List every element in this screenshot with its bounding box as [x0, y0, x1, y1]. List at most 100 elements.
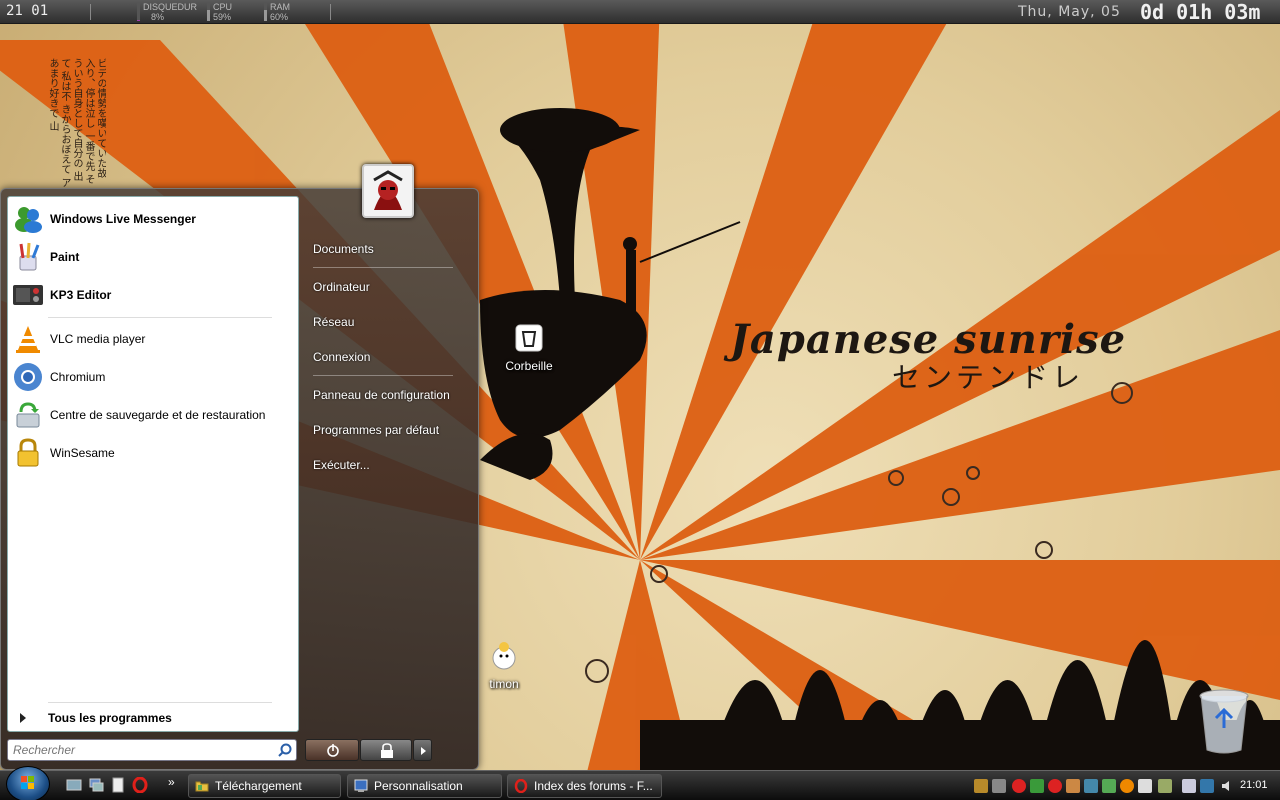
program-label: VLC media player: [50, 332, 146, 346]
start-right-reseau[interactable]: Réseau: [313, 315, 354, 329]
start-search-input[interactable]: [13, 740, 263, 760]
program-label: Centre de sauvegarde et de restauration: [50, 408, 266, 422]
lock-icon: [12, 437, 44, 469]
user-avatar[interactable]: [362, 164, 414, 218]
taskbar-button-telechargement[interactable]: Téléchargement: [188, 774, 341, 798]
program-vlc-media-player[interactable]: VLC media player: [12, 321, 294, 357]
start-right-documents[interactable]: Documents: [313, 242, 374, 256]
document-icon[interactable]: [110, 777, 126, 793]
lock-button[interactable]: [360, 739, 412, 761]
quicklaunch-more-button[interactable]: »: [168, 775, 175, 789]
start-right-connexion[interactable]: Connexion: [313, 350, 370, 364]
system-tray: [968, 774, 1280, 798]
trash-icon: [499, 324, 559, 355]
paint-icon: [12, 241, 44, 273]
start-right-programmes-par-defaut[interactable]: Programmes par défaut: [313, 423, 439, 437]
meter-ram-label: RAM: [270, 2, 290, 12]
meter-disk: DISQUEDUR 8%: [137, 2, 198, 22]
chromium-icon: [12, 361, 44, 393]
taskbar: » Téléchargement Personnalisation Index …: [0, 770, 1280, 800]
meter-disk-label: DISQUEDUR: [143, 2, 198, 12]
program-centre-de-sauvegarde[interactable]: Centre de sauvegarde et de restauration: [12, 397, 294, 433]
meter-cpu-label: CPU: [213, 2, 233, 12]
program-label: Paint: [50, 250, 80, 264]
start-button[interactable]: [6, 766, 50, 800]
tray-opera-icon[interactable]: [1012, 779, 1026, 793]
topbar-divider: [90, 4, 91, 20]
tray-app-icon[interactable]: [1138, 779, 1152, 793]
meter-disk-track: [137, 3, 140, 21]
topbar-uptime: 0d 01h 03m: [1140, 0, 1261, 24]
user-folder-icon: [474, 640, 534, 673]
start-menu: Windows Live Messenger Paint KP3 Editor …: [0, 164, 479, 770]
program-winsesame[interactable]: WinSesame: [12, 435, 294, 471]
backup-icon: [12, 399, 44, 431]
top-status-bar: 21 01 DISQUEDUR 8% CPU 59% RAM 60% Thu, …: [0, 0, 1280, 24]
desktop-icon-corbeille[interactable]: Corbeille: [499, 324, 559, 373]
meter-ram: RAM 60%: [264, 2, 290, 22]
taskbar-button-label: Personnalisation: [374, 779, 463, 793]
vlc-icon: [12, 323, 44, 355]
tray-app-icon[interactable]: [1120, 779, 1134, 793]
volume-icon[interactable]: [1220, 779, 1234, 793]
opera-icon: [514, 778, 528, 794]
shutdown-options-button[interactable]: [413, 739, 432, 761]
arrow-right-icon: [421, 747, 426, 755]
windows-logo-icon: [21, 776, 34, 789]
start-right-executer[interactable]: Exécuter...: [313, 458, 370, 472]
tray-network-icon[interactable]: [1200, 779, 1214, 793]
wallpaper-vertical-text: ビデの情勢を嘆いていた故 入り、停は泣し 一番で先 そういう自身として自分の 出…: [47, 58, 106, 188]
tray-network-icon[interactable]: [1084, 779, 1098, 793]
programs-divider: [48, 702, 272, 703]
tray-ccleaner-icon[interactable]: [1048, 779, 1062, 793]
taskbar-clock[interactable]: 21:01: [1240, 779, 1268, 791]
start-right-divider: [313, 375, 453, 376]
personalization-icon: [354, 779, 368, 793]
desktop-icon-timon[interactable]: timon: [474, 640, 534, 691]
start-search-box: [7, 739, 297, 761]
search-icon[interactable]: [278, 743, 292, 760]
program-kp3-editor[interactable]: KP3 Editor: [12, 277, 294, 313]
switch-windows-icon[interactable]: [88, 777, 104, 793]
taskbar-button-personnalisation[interactable]: Personnalisation: [347, 774, 502, 798]
start-right-ordinateur[interactable]: Ordinateur: [313, 280, 370, 294]
power-button[interactable]: [305, 739, 359, 761]
kp3-editor-icon: [12, 279, 44, 311]
program-label: Chromium: [50, 370, 106, 384]
meter-ram-value: 60%: [270, 12, 289, 22]
wallpaper-kana: センテンドレ: [892, 361, 1085, 394]
tray-app-icon[interactable]: [1066, 779, 1080, 793]
meter-cpu-fill: [207, 10, 210, 21]
folder-icon: [195, 779, 209, 793]
tray-app-icon[interactable]: [992, 779, 1006, 793]
padlock-icon: [381, 743, 393, 758]
desktop-icon-label: timon: [489, 677, 519, 691]
program-label: KP3 Editor: [50, 288, 112, 302]
opera-icon[interactable]: [132, 776, 148, 794]
tray-app-icon[interactable]: [1030, 779, 1044, 793]
program-label: Windows Live Messenger: [50, 212, 196, 226]
topbar-date: Thu, May, 05: [1018, 4, 1121, 20]
program-chromium[interactable]: Chromium: [12, 359, 294, 395]
all-programs-button[interactable]: Tous les programmes: [48, 711, 172, 725]
tray-app-icon[interactable]: [1102, 779, 1116, 793]
desktop-icon-label: Corbeille: [505, 359, 553, 373]
program-windows-live-messenger[interactable]: Windows Live Messenger: [12, 201, 294, 237]
messenger-icon: [12, 203, 44, 235]
tray-shield-icon[interactable]: [1158, 779, 1172, 793]
power-icon: [327, 744, 339, 757]
meter-disk-value: 8%: [151, 12, 165, 22]
topbar-divider: [330, 4, 331, 20]
taskbar-button-index-des-forums[interactable]: Index des forums - F...: [507, 774, 662, 798]
meter-disk-fill: [137, 20, 140, 21]
tray-download-icon[interactable]: [974, 779, 988, 793]
program-paint[interactable]: Paint: [12, 239, 294, 275]
tray-battery-icon[interactable]: [1182, 779, 1196, 793]
start-right-panneau-de-configuration[interactable]: Panneau de configuration: [313, 388, 450, 402]
meter-ram-track: [264, 3, 267, 21]
meter-ram-fill: [264, 10, 267, 21]
topbar-time: 21 01: [6, 3, 49, 19]
all-programs-arrow-icon[interactable]: [20, 713, 26, 723]
recycle-bin-full-icon[interactable]: [1198, 688, 1250, 757]
show-desktop-icon[interactable]: [66, 777, 82, 793]
